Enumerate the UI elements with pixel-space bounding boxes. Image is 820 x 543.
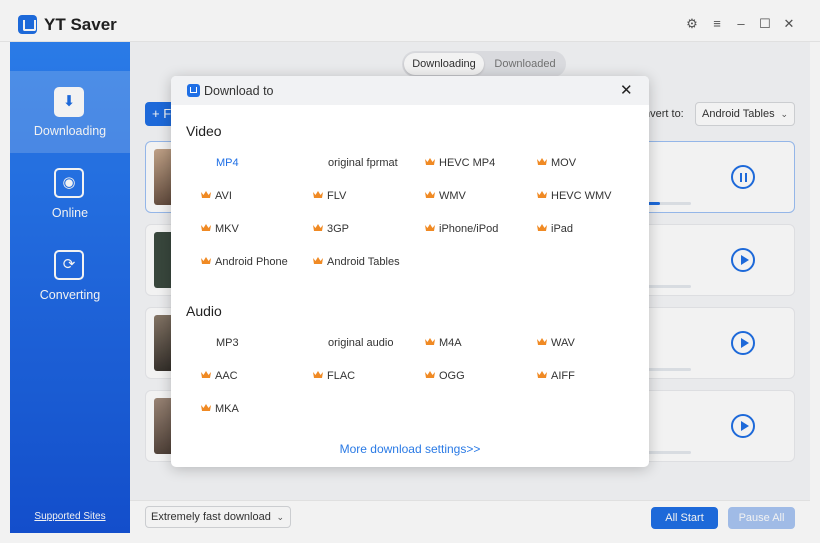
format-option[interactable]: Android Phone <box>201 253 288 271</box>
premium-crown-icon <box>313 191 323 199</box>
format-option-label: MP4 <box>216 157 239 169</box>
format-option-label: 3GP <box>327 223 350 235</box>
format-option[interactable]: iPhone/iPod <box>425 220 498 238</box>
format-option-label: WAV <box>551 337 575 349</box>
dialog-title: Download to <box>204 84 274 98</box>
premium-crown-icon <box>425 371 435 379</box>
premium-crown-icon <box>537 338 547 346</box>
format-option-label: MOV <box>551 157 577 169</box>
format-option-label: M4A <box>439 337 462 349</box>
premium-crown-icon <box>537 371 547 379</box>
format-option-label: MP3 <box>216 337 239 349</box>
format-option[interactable]: M4A <box>425 334 462 352</box>
format-option-label: Android Phone <box>215 256 288 268</box>
format-option[interactable]: AVI <box>201 187 232 205</box>
format-option-label: original fprmat <box>328 157 398 169</box>
format-option[interactable]: FLV <box>313 187 346 205</box>
premium-crown-icon <box>201 224 211 232</box>
close-icon[interactable]: ✕ <box>620 81 633 99</box>
format-option-label: original audio <box>328 337 394 349</box>
format-option[interactable]: WAV <box>537 334 575 352</box>
format-option-label: MKV <box>215 223 239 235</box>
format-option-label: Android Tables <box>327 256 400 268</box>
premium-crown-icon <box>537 191 547 199</box>
format-option-label: AIFF <box>551 370 575 382</box>
format-option[interactable]: original audio <box>313 334 393 352</box>
format-option-label: AAC <box>215 370 238 382</box>
format-option-label: OGG <box>439 370 465 382</box>
more-download-settings-link[interactable]: More download settings>> <box>171 442 649 456</box>
format-option-label: WMV <box>439 190 466 202</box>
format-option-label: AVI <box>215 190 232 202</box>
app-logo-icon <box>187 84 200 97</box>
premium-crown-icon <box>425 191 435 199</box>
format-option[interactable]: AIFF <box>537 367 575 385</box>
format-option[interactable]: OGG <box>425 367 465 385</box>
format-option[interactable]: HEVC MP4 <box>425 154 495 172</box>
format-option[interactable]: Android Tables <box>313 253 400 271</box>
premium-crown-icon <box>537 224 547 232</box>
premium-crown-icon <box>201 404 211 412</box>
download-to-dialog: Download to ✕ Video MP4 original fprmat HE… <box>171 76 649 467</box>
format-option[interactable]: MP3 <box>201 334 239 352</box>
premium-crown-icon <box>313 224 323 232</box>
format-option-label: FLAC <box>327 370 356 382</box>
format-option[interactable]: MKA <box>201 400 239 418</box>
premium-crown-icon <box>425 158 435 166</box>
premium-crown-icon <box>537 158 547 166</box>
premium-crown-icon <box>313 371 323 379</box>
format-option-label: iPhone/iPod <box>439 223 499 235</box>
format-option-label: FLV <box>327 190 347 202</box>
format-option[interactable]: MKV <box>201 220 239 238</box>
format-option[interactable]: WMV <box>425 187 466 205</box>
premium-crown-icon <box>313 257 323 265</box>
premium-crown-icon <box>425 338 435 346</box>
premium-crown-icon <box>201 191 211 199</box>
format-option[interactable]: MOV <box>537 154 576 172</box>
format-option[interactable]: AAC <box>201 367 238 385</box>
premium-crown-icon <box>201 257 211 265</box>
format-option[interactable]: iPad <box>537 220 573 238</box>
format-option-label: HEVC MP4 <box>439 157 496 169</box>
video-section-heading: Video <box>186 123 222 139</box>
audio-section-heading: Audio <box>186 303 222 319</box>
dialog-header: Download to ✕ <box>171 76 649 105</box>
format-option[interactable]: FLAC <box>313 367 355 385</box>
format-option-label: iPad <box>551 223 574 235</box>
format-option-label: MKA <box>215 403 239 415</box>
format-option[interactable]: MP4 <box>201 154 239 172</box>
format-option[interactable]: HEVC WMV <box>537 187 612 205</box>
premium-crown-icon <box>201 371 211 379</box>
format-option[interactable]: original fprmat <box>313 154 398 172</box>
format-option-label: HEVC WMV <box>551 190 612 202</box>
format-option[interactable]: 3GP <box>313 220 349 238</box>
premium-crown-icon <box>425 224 435 232</box>
